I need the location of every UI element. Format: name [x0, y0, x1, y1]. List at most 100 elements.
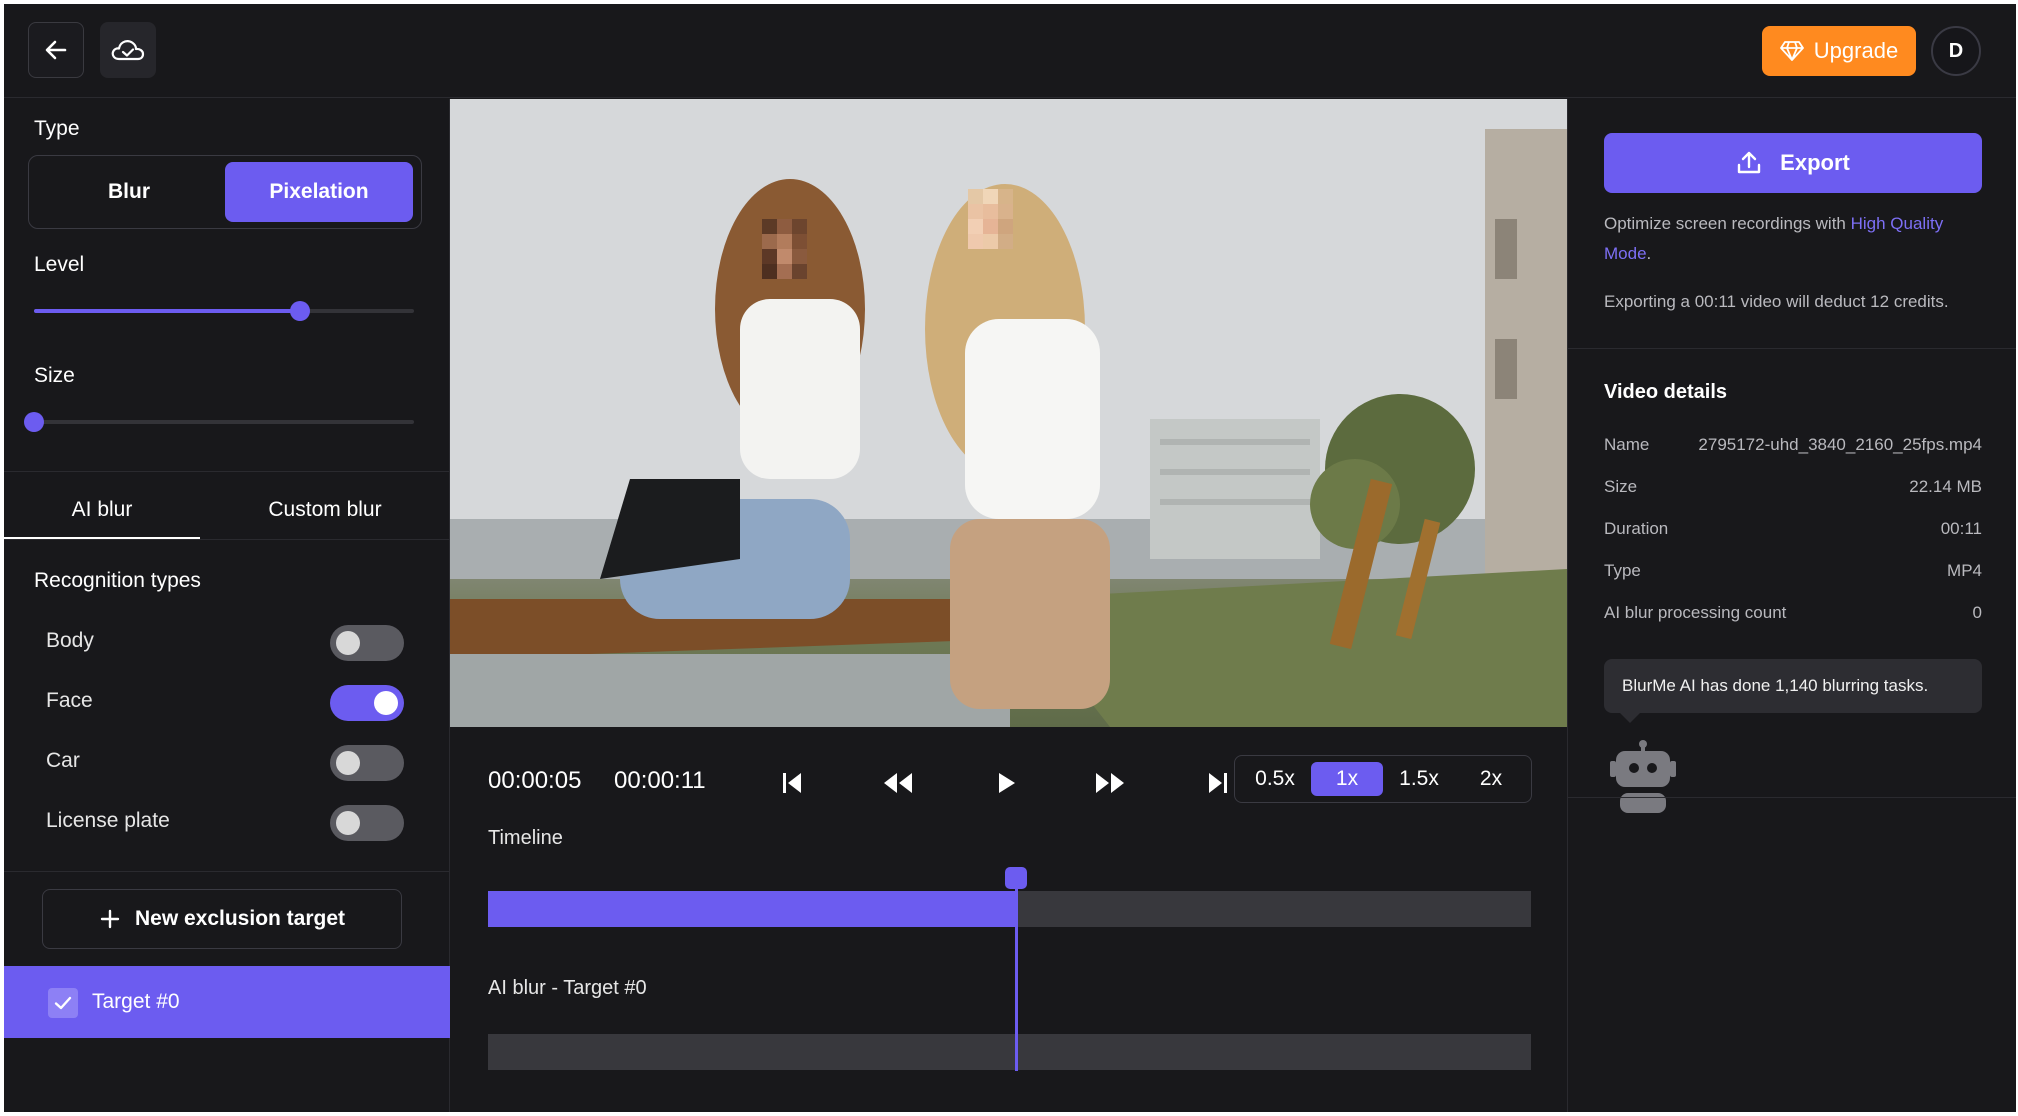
new-exclusion-target-button[interactable]: New exclusion target [42, 889, 402, 949]
divider [4, 471, 450, 472]
face-toggle[interactable] [330, 685, 404, 721]
robot-icon [1610, 740, 1676, 813]
detail-key: Duration [1604, 519, 1669, 538]
tab-custom-blur[interactable]: Custom blur [200, 482, 450, 538]
speed-2x[interactable]: 2x [1455, 762, 1527, 796]
level-slider[interactable] [34, 299, 414, 323]
current-time: 00:00:05 [488, 767, 582, 794]
back-button[interactable] [28, 22, 84, 78]
type-pixelation-button[interactable]: Pixelation [225, 162, 413, 222]
total-time: 00:00:11 [614, 767, 706, 794]
check-icon [54, 996, 72, 1010]
avatar[interactable]: D [1931, 26, 1981, 76]
rewind-button[interactable] [878, 763, 918, 803]
video-preview[interactable] [450, 99, 1567, 727]
detail-row-ai-blur-count: AI blur processing count 0 [1604, 599, 1982, 629]
rewind-icon [884, 773, 912, 793]
detail-row-name: Name 2795172-uhd_3840_2160_25fps.mp4 [1604, 431, 1982, 461]
cloud-save-button[interactable] [100, 22, 156, 78]
detail-row-type: Type MP4 [1604, 557, 1982, 587]
cloud-icon [111, 40, 145, 61]
recognition-row-license-plate: License plate [46, 801, 406, 841]
recognition-types-title: Recognition types [34, 569, 201, 592]
divider [4, 871, 450, 872]
skip-start-icon [783, 773, 801, 793]
timeline-label: Timeline [488, 827, 563, 849]
toggle-knob [336, 631, 360, 655]
player-controls: 00:00:05 00:00:11 0.5x 1x 1.5x 2x Timeli… [450, 727, 1567, 1112]
video-details-title: Video details [1604, 381, 1728, 403]
type-blur-button[interactable]: Blur [35, 162, 223, 222]
ai-blur-track[interactable] [488, 1034, 1531, 1070]
toggle-knob [336, 811, 360, 835]
speed-1-5x[interactable]: 1.5x [1383, 762, 1455, 796]
level-label: Level [34, 253, 85, 276]
recognition-row-car: Car [46, 741, 406, 781]
export-button[interactable]: Export [1604, 133, 1982, 193]
video-frame-image [450, 99, 1567, 727]
playhead-handle[interactable] [1005, 867, 1027, 889]
size-label: Size [34, 364, 75, 387]
divider [1568, 797, 2016, 798]
left-panel: Type Blur Pixelation Level Size AI blur … [4, 99, 450, 1112]
car-toggle[interactable] [330, 745, 404, 781]
skip-end-icon [1209, 773, 1227, 793]
size-slider-track [34, 420, 414, 424]
detail-row-duration: Duration 00:11 [1604, 515, 1982, 545]
hint-prefix: Optimize screen recordings with [1604, 214, 1851, 233]
speed-0-5x[interactable]: 0.5x [1239, 762, 1311, 796]
size-slider[interactable] [24, 410, 414, 434]
right-panel: Export Optimize screen recordings with H… [1567, 99, 2016, 1112]
detail-value: 2795172-uhd_3840_2160_25fps.mp4 [1698, 435, 1982, 454]
detail-value: 22.14 MB [1909, 477, 1982, 496]
detail-key: Size [1604, 477, 1638, 496]
fast-forward-button[interactable] [1090, 763, 1130, 803]
speed-1x[interactable]: 1x [1311, 762, 1383, 796]
skip-start-button[interactable] [772, 763, 812, 803]
toggle-knob [336, 751, 360, 775]
target-label: Target #0 [92, 990, 180, 1013]
recognition-row-face: Face [46, 681, 406, 721]
detail-value: 0 [1972, 603, 1982, 622]
detail-key: Name [1604, 435, 1650, 454]
upgrade-label: Upgrade [1813, 38, 1899, 63]
type-segmented-control: Blur Pixelation [28, 155, 422, 229]
playback-speed-control: 0.5x 1x 1.5x 2x [1234, 755, 1532, 803]
credits-note: Exporting a 00:11 video will deduct 12 c… [1604, 292, 1949, 311]
upgrade-button[interactable]: Upgrade [1762, 26, 1916, 76]
body-toggle[interactable] [330, 625, 404, 661]
detail-value: MP4 [1947, 561, 1982, 580]
app-window: Upgrade D Type Blur Pixelation Level Siz… [4, 4, 2016, 1112]
detail-key: Type [1604, 561, 1641, 580]
skip-end-button[interactable] [1198, 763, 1238, 803]
new-exclusion-label: New exclusion target [134, 907, 346, 930]
plus-icon [100, 909, 120, 929]
level-slider-fill [34, 309, 300, 313]
recognition-row-body: Body [46, 621, 406, 661]
diamond-icon [1779, 41, 1804, 61]
upload-icon [1737, 151, 1761, 174]
recognition-label: Car [46, 749, 80, 772]
playhead-line [1015, 873, 1018, 1071]
divider [1568, 348, 2016, 349]
export-label: Export [1780, 150, 1850, 175]
divider [4, 539, 450, 540]
recognition-label: License plate [46, 809, 170, 832]
target-checkbox[interactable] [48, 988, 78, 1018]
play-button[interactable] [986, 763, 1026, 803]
fast-forward-icon [1096, 773, 1124, 793]
license-plate-toggle[interactable] [330, 805, 404, 841]
tab-ai-blur[interactable]: AI blur [4, 482, 200, 538]
top-bar: Upgrade D [4, 4, 2016, 98]
ai-blur-track-label: AI blur - Target #0 [488, 977, 647, 999]
size-slider-thumb[interactable] [24, 412, 44, 432]
detail-row-size: Size 22.14 MB [1604, 473, 1982, 503]
detail-key: AI blur processing count [1604, 603, 1787, 622]
recognition-label: Face [46, 689, 93, 712]
ai-stats-tooltip: BlurMe AI has done 1,140 blurring tasks. [1604, 659, 1982, 723]
target-row[interactable]: Target #0 [4, 966, 450, 1038]
recognition-label: Body [46, 629, 94, 652]
back-arrow-icon [45, 40, 67, 60]
level-slider-thumb[interactable] [290, 301, 310, 321]
timeline-progress [488, 891, 1016, 927]
